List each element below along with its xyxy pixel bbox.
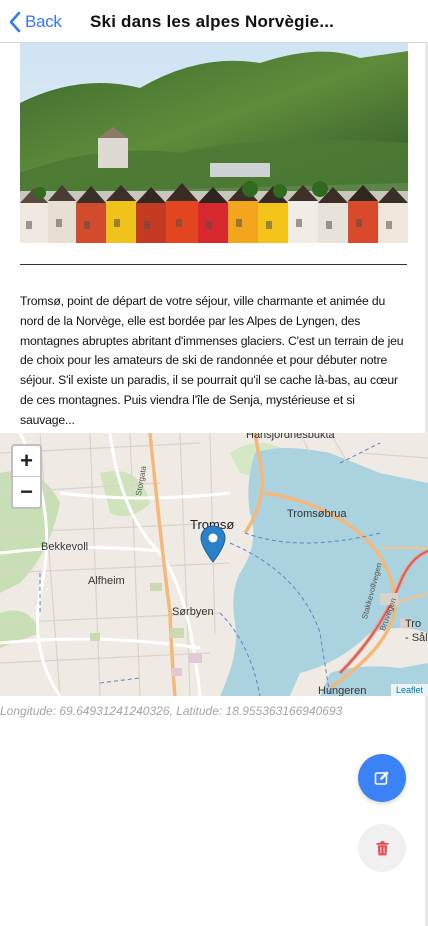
chevron-left-icon [9, 11, 21, 33]
divider [20, 264, 407, 265]
edit-icon [374, 771, 389, 785]
map-label-alfheim: Alfheim [88, 575, 125, 587]
map-label-tro: Tro [405, 618, 422, 630]
coordinates-text: Longitude: 69.64931241240326, Latitude: … [0, 704, 343, 718]
trip-photo [20, 43, 408, 243]
map-label-sorbyen: Sørbyen [172, 606, 214, 618]
map-label-sal: - Sål [405, 632, 428, 644]
trip-description: Tromsø, point de départ de votre séjour,… [20, 294, 404, 427]
trash-icon [376, 840, 388, 855]
zoom-control: + − [11, 444, 42, 509]
zoom-in-button[interactable]: + [13, 446, 40, 477]
edit-button[interactable] [358, 754, 406, 802]
map-view[interactable]: Hansjordnesbukta Tromsø Tromsøbrua Bekke… [0, 433, 428, 696]
back-button[interactable]: Back [8, 10, 62, 34]
zoom-out-button[interactable]: − [13, 477, 40, 507]
map-label-tromsobrua: Tromsøbrua [287, 508, 347, 520]
nav-header: Back Ski dans les alpes Norvègie... [0, 0, 428, 43]
back-label: Back [25, 12, 62, 31]
map-marker-icon[interactable] [200, 525, 226, 563]
page-title: Ski dans les alpes Norvègie... [90, 12, 335, 31]
leaflet-attribution-link[interactable]: Leaflet [390, 684, 428, 696]
map-label-hansjordnesbukta: Hansjordnesbukta [246, 433, 335, 441]
delete-button[interactable] [358, 824, 406, 872]
map-label-bekkevoll: Bekkevoll [41, 541, 89, 553]
map-label-hungeren: Hungeren [318, 685, 367, 696]
